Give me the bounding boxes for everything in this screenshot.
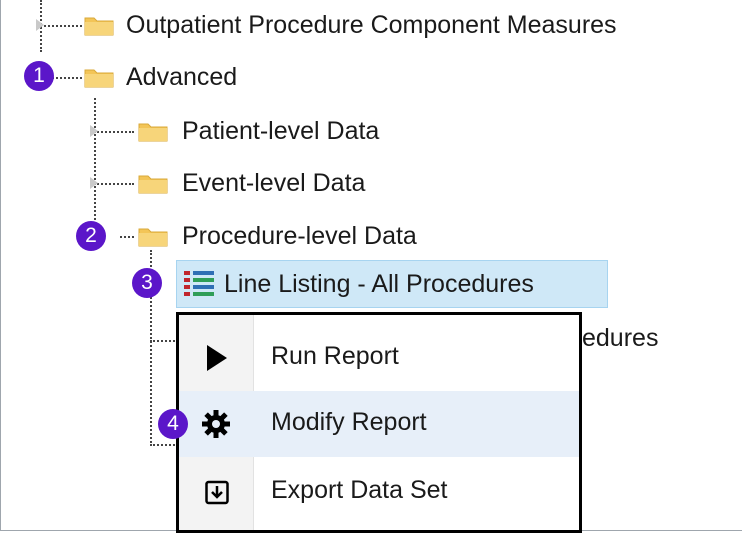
menu-item-export-data-set[interactable]: Export Data Set — [179, 459, 579, 525]
folder-icon — [138, 228, 168, 247]
context-menu: Run Report Modify Report Export Data Set — [176, 312, 582, 533]
tree-item-partial[interactable]: edures — [582, 323, 658, 353]
play-icon — [207, 345, 227, 371]
menu-item-modify-report[interactable]: Modify Report — [179, 391, 579, 457]
folder-icon — [138, 123, 168, 142]
step-badge-4: 4 — [158, 409, 188, 439]
tree-connector — [40, 25, 82, 27]
tree-item-advanced[interactable]: Advanced — [126, 62, 237, 92]
folder-icon — [84, 69, 114, 88]
menu-item-label: Run Report — [271, 342, 399, 370]
tree-connector — [94, 98, 96, 240]
tree-item-event-level-data[interactable]: Event-level Data — [182, 168, 365, 198]
tree-connector — [94, 183, 134, 185]
tree-connector — [52, 77, 82, 79]
tree-connector — [150, 444, 178, 446]
tree-item-patient-level-data[interactable]: Patient-level Data — [182, 116, 379, 146]
expand-arrow-icon[interactable] — [36, 19, 44, 31]
menu-item-run-report[interactable]: Run Report — [179, 325, 579, 391]
expand-arrow-icon[interactable] — [90, 177, 98, 189]
folder-icon — [138, 175, 168, 194]
tree-connector — [150, 340, 178, 342]
step-badge-1: 1 — [24, 61, 54, 91]
tree-connector — [94, 131, 134, 133]
menu-item-label: Export Data Set — [271, 476, 448, 504]
menu-item-label: Modify Report — [271, 408, 427, 436]
expand-arrow-icon[interactable] — [90, 125, 98, 137]
folder-icon — [84, 17, 114, 36]
gear-icon — [202, 410, 230, 438]
tree-item-outpatient-procedure-component-measures[interactable]: Outpatient Procedure Component Measures — [126, 10, 617, 40]
line-listing-icon — [184, 271, 214, 296]
step-badge-3: 3 — [132, 268, 162, 298]
export-icon — [205, 480, 229, 505]
tree-connector — [120, 236, 134, 238]
step-badge-2: 2 — [76, 221, 106, 251]
tree-item-procedure-level-data[interactable]: Procedure-level Data — [182, 221, 417, 251]
tree-item-line-listing-all-procedures[interactable]: Line Listing - All Procedures — [224, 269, 534, 299]
